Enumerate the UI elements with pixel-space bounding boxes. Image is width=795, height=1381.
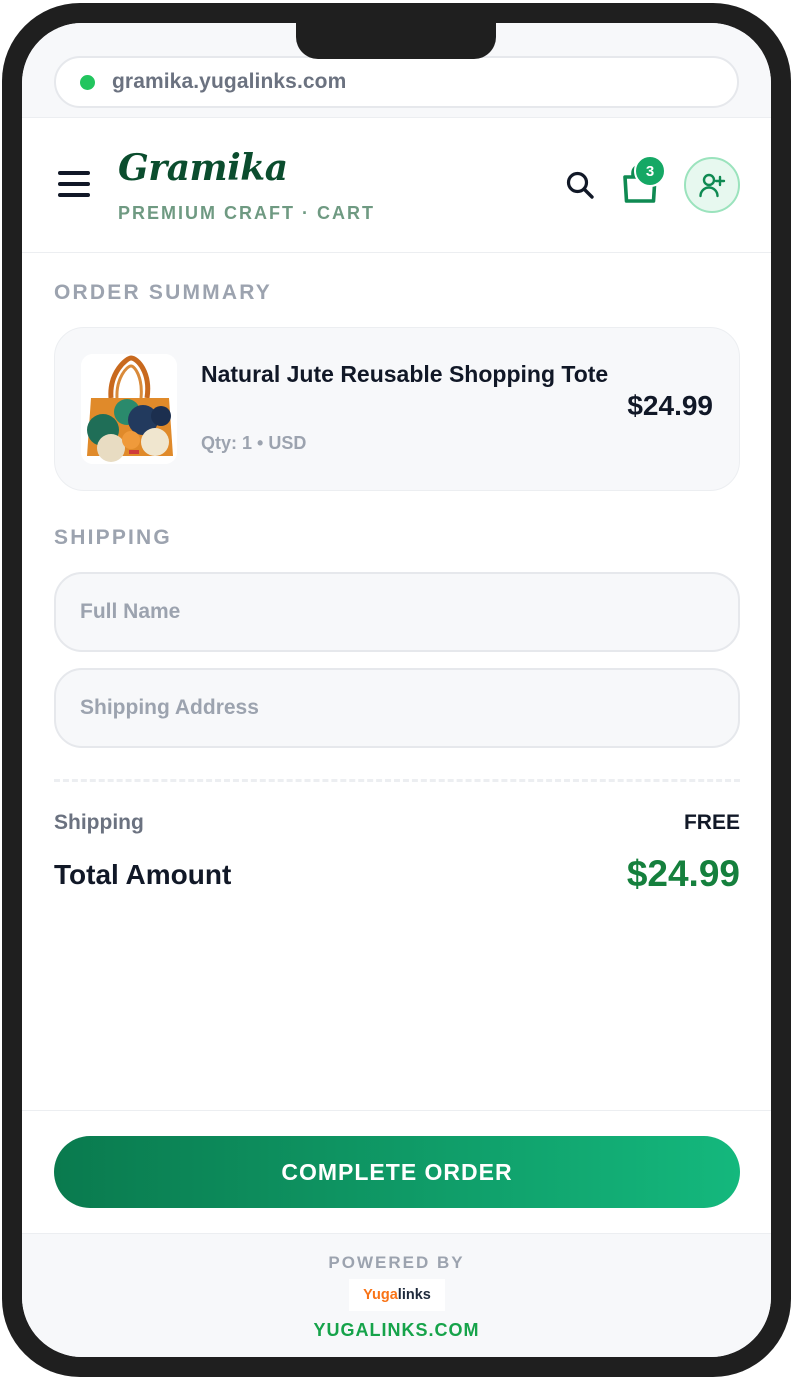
add-user-icon <box>699 173 726 198</box>
screen: gramika.yugalinks.com Gramika PREMIUM CR… <box>22 23 771 1357</box>
order-item-card: Natural Jute Reusable Shopping Tote Qty:… <box>54 327 740 491</box>
app-header: Gramika PREMIUM CRAFT · CART 3 <box>22 119 771 253</box>
total-amount-label: Total Amount <box>54 859 232 890</box>
powered-by-text: POWERED BY <box>328 1253 465 1272</box>
product-image <box>81 354 177 464</box>
divider <box>54 779 740 782</box>
phone-notch <box>296 23 496 59</box>
shipping-cost-value: FREE <box>683 811 740 834</box>
shipping-cost-label: Shipping <box>54 811 144 834</box>
full-name-input[interactable] <box>54 572 740 652</box>
add-user-button[interactable] <box>684 157 740 213</box>
total-amount-value: $24.99 <box>626 853 740 894</box>
yugalinks-link[interactable]: YUGALINKS.COM <box>22 1320 771 1341</box>
secure-status-dot <box>80 74 95 90</box>
url-text: gramika.yugalinks.com <box>112 70 347 93</box>
product-name: Natural Jute Reusable Shopping Tote <box>201 361 609 387</box>
shipping-heading: SHIPPING <box>54 526 172 549</box>
brand-subtitle: PREMIUM CRAFT · CART <box>118 203 375 223</box>
product-price: $24.99 <box>627 390 713 421</box>
yugalinks-logo[interactable]: Yuga links <box>349 1279 445 1311</box>
cart-count-badge: 3 <box>634 155 666 187</box>
search-icon[interactable] <box>564 169 596 201</box>
menu-icon[interactable] <box>58 171 90 197</box>
shipping-address-input[interactable] <box>54 668 740 748</box>
phone-frame: gramika.yugalinks.com Gramika PREMIUM CR… <box>2 3 791 1377</box>
url-field[interactable]: gramika.yugalinks.com <box>54 56 739 108</box>
brand-logo[interactable]: Gramika <box>118 147 288 189</box>
product-quantity: Qty: 1 • USD <box>201 433 307 453</box>
order-summary-heading: ORDER SUMMARY <box>54 281 272 304</box>
complete-order-button[interactable]: COMPLETE ORDER <box>54 1136 740 1208</box>
